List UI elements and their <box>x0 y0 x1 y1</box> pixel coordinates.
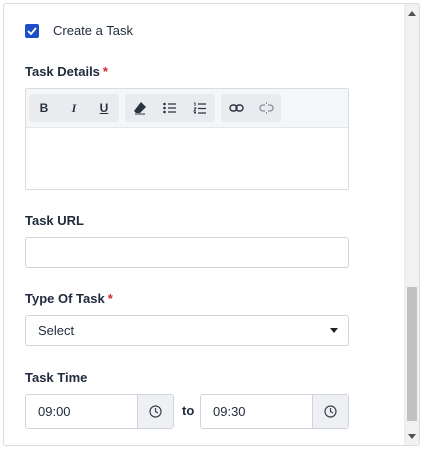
insert-link-button[interactable] <box>221 94 251 122</box>
task-url-label: Task URL <box>25 213 84 228</box>
end-time-input[interactable]: 09:30 <box>200 394 349 429</box>
type-of-task-value: Select <box>38 323 75 338</box>
clear-format-button[interactable] <box>125 94 155 122</box>
task-time-label: Task Time <box>25 370 88 385</box>
create-task-row[interactable]: Create a Task <box>25 23 133 38</box>
type-of-task-select[interactable]: Select <box>25 315 349 346</box>
format-group: B I U <box>29 94 119 122</box>
link-group <box>221 94 281 122</box>
time-separator: to <box>182 403 195 418</box>
form-content: Create a Task Task Details * B I U Task … <box>4 4 406 445</box>
numbered-list-icon <box>193 102 206 114</box>
scroll-down-button[interactable] <box>405 429 419 443</box>
type-of-task-label: Type Of Task * <box>25 291 113 306</box>
start-time-value: 09:00 <box>38 404 71 419</box>
create-task-label: Create a Task <box>53 23 133 38</box>
caret-down-icon <box>330 328 338 333</box>
end-time-value: 09:30 <box>213 404 246 419</box>
editor-toolbar: B I U <box>26 89 348 128</box>
checkmark-icon <box>27 26 37 35</box>
underline-button[interactable]: U <box>89 94 119 122</box>
task-details-label: Task Details * <box>25 64 108 79</box>
numbered-list-button[interactable] <box>185 94 215 122</box>
arrow-down-icon <box>408 433 416 439</box>
unlink-icon <box>258 102 274 114</box>
vertical-scrollbar[interactable] <box>404 4 419 445</box>
task-details-label-text: Task Details <box>25 64 100 79</box>
bullet-list-button[interactable] <box>155 94 185 122</box>
unlink-button[interactable] <box>251 94 281 122</box>
end-time-clock-button[interactable] <box>312 395 348 428</box>
bold-button[interactable]: B <box>29 94 59 122</box>
required-mark: * <box>107 291 113 306</box>
list-group <box>125 94 215 122</box>
scroll-up-button[interactable] <box>405 6 419 20</box>
clock-icon <box>324 405 337 418</box>
create-task-checkbox[interactable] <box>25 23 39 38</box>
required-mark: * <box>102 64 108 79</box>
italic-button[interactable]: I <box>59 94 89 122</box>
scrollbar-thumb[interactable] <box>407 287 417 421</box>
type-of-task-label-text: Type Of Task <box>25 291 105 306</box>
clock-icon <box>149 405 162 418</box>
eraser-icon <box>134 102 146 115</box>
link-icon <box>228 104 244 112</box>
bullet-list-icon <box>163 102 176 114</box>
task-url-input[interactable] <box>25 237 349 268</box>
task-details-editor: B I U <box>25 88 349 190</box>
start-time-input[interactable]: 09:00 <box>25 394 174 429</box>
start-time-clock-button[interactable] <box>137 395 173 428</box>
arrow-up-icon <box>408 10 416 16</box>
task-form-panel: Create a Task Task Details * B I U Task … <box>3 3 420 446</box>
